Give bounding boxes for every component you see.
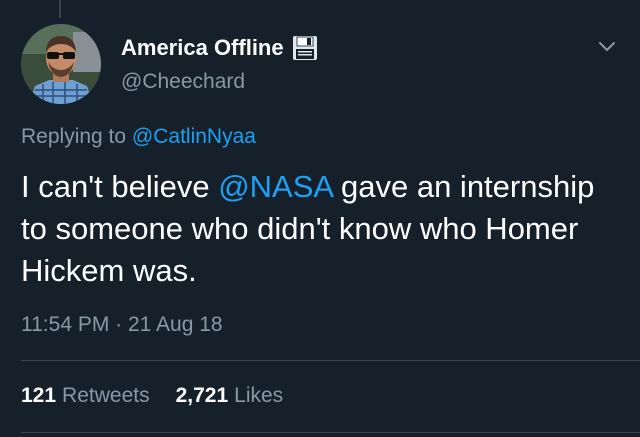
retweets-stat[interactable]: 121 Retweets	[21, 384, 150, 408]
chevron-down-icon[interactable]	[596, 35, 618, 57]
likes-count: 2,721	[175, 384, 229, 407]
retweets-count: 121	[21, 384, 57, 407]
thread-connector-line	[59, 0, 61, 18]
display-name[interactable]: America Offline	[121, 35, 284, 61]
display-name-row: America Offline	[121, 35, 318, 61]
replying-to-mention[interactable]: @CatlinNyaa	[132, 125, 256, 148]
likes-stat[interactable]: 2,721 Likes	[176, 384, 284, 408]
replying-prefix: Replying to	[21, 125, 127, 148]
replying-to: Replying to @CatlinNyaa	[21, 125, 256, 149]
floppy-disk-icon	[292, 35, 318, 61]
avatar-image	[21, 24, 101, 104]
tweet-text-before: I can't believe	[21, 169, 219, 204]
nasa-mention-link[interactable]: @NASA	[218, 169, 332, 204]
divider-top	[21, 360, 640, 361]
engagement-stats: 121 Retweets 2,721 Likes	[21, 384, 283, 408]
user-handle[interactable]: @Cheechard	[121, 70, 245, 94]
tweet-timestamp[interactable]: 11:54 PM · 21 Aug 18	[21, 313, 223, 337]
avatar[interactable]	[21, 24, 101, 104]
likes-label: Likes	[234, 384, 284, 407]
tweet-text: I can't believe @NASA gave an internship…	[21, 166, 621, 292]
retweets-label: Retweets	[62, 384, 150, 407]
divider-bottom	[21, 432, 640, 433]
